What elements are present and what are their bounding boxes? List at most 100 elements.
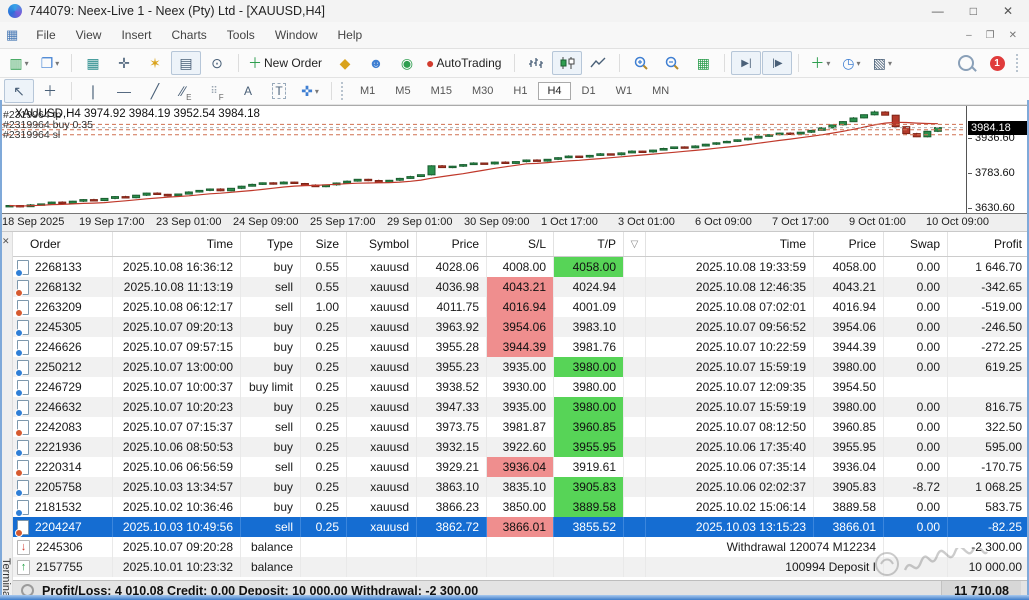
line-chart-button[interactable] <box>583 51 613 75</box>
cursor-button[interactable]: ↖ <box>4 79 34 103</box>
zoom-in-button[interactable] <box>626 51 656 75</box>
text-button[interactable]: A <box>233 79 263 103</box>
column-header-price[interactable]: Price <box>814 232 884 256</box>
tf-W1[interactable]: W1 <box>607 82 642 100</box>
table-row[interactable]: 22453052025.10.07 09:20:13buy0.25xauusd3… <box>13 317 1029 337</box>
column-header-sl[interactable]: S/L <box>487 232 554 256</box>
arrows-button[interactable]: ✜▾ <box>295 79 325 103</box>
zoom-out-button[interactable] <box>657 51 687 75</box>
column-header-order[interactable]: Order <box>13 232 113 256</box>
templates-button[interactable]: ▧▾ <box>867 51 897 75</box>
table-row[interactable]: 22203142025.10.06 06:56:59sell0.25xauusd… <box>13 457 1029 477</box>
menu-help[interactable]: Help <box>328 25 373 45</box>
column-header-type[interactable]: Type <box>241 232 301 256</box>
terminal-button[interactable]: ▤ <box>171 51 201 75</box>
bar-chart-button[interactable] <box>521 51 551 75</box>
channel-button[interactable]: ∕∕E <box>171 79 201 103</box>
new-order-button[interactable]: ＋New Order <box>245 51 329 75</box>
minimize-button[interactable]: — <box>932 4 944 18</box>
chart-plot[interactable]: #2319964 tp XAUUSD,H4 3974.92 3984.19 39… <box>0 106 966 213</box>
close-button[interactable]: ✕ <box>1003 4 1013 18</box>
column-header-swap[interactable]: Swap <box>884 232 948 256</box>
column-header-size[interactable]: Size <box>301 232 347 256</box>
child-close-button[interactable]: ✕ <box>1009 30 1017 41</box>
child-minimize-button[interactable]: – <box>966 30 972 41</box>
menu-charts[interactable]: Charts <box>161 25 216 45</box>
search-button[interactable] <box>951 51 981 75</box>
expert-advisors-icon[interactable]: ◆ <box>330 51 360 75</box>
periods-button[interactable]: ◷▾ <box>836 51 866 75</box>
tf-M1[interactable]: M1 <box>351 82 384 100</box>
tf-H4[interactable]: H4 <box>538 82 570 100</box>
column-header-price[interactable]: Price <box>417 232 487 256</box>
column-header-tp[interactable]: T/P <box>554 232 624 256</box>
menu-insert[interactable]: Insert <box>111 25 161 45</box>
fibonacci-button[interactable]: ⠿F <box>202 79 232 103</box>
table-row[interactable]: 22466322025.10.07 10:20:23buy0.25xauusd3… <box>13 397 1029 417</box>
mql-community-icon[interactable]: ☻ <box>361 51 391 75</box>
horizontal-line-button[interactable]: — <box>109 79 139 103</box>
vertical-line-button[interactable]: ❘ <box>78 79 108 103</box>
table-row[interactable]: 22681322025.10.08 11:13:19sell0.55xauusd… <box>13 277 1029 297</box>
indicators-button[interactable]: ＋▾ <box>805 51 835 75</box>
tf-H1[interactable]: H1 <box>504 82 536 100</box>
data-window-button[interactable]: ✛ <box>109 51 139 75</box>
price-axis[interactable]: 3936.603783.603630.603984.18 <box>966 106 1029 213</box>
new-chart-button[interactable]: ▥▾ <box>4 51 34 75</box>
tf-D1[interactable]: D1 <box>573 82 605 100</box>
column-header-profit[interactable]: Profit <box>948 232 1029 256</box>
menu-tools[interactable]: Tools <box>217 25 265 45</box>
toolbar-grip[interactable] <box>1016 54 1022 72</box>
table-row[interactable]: 21815322025.10.02 10:36:46buy0.25xauusd3… <box>13 497 1029 517</box>
cell-tp: 3905.83 <box>554 477 624 497</box>
time-axis[interactable]: 18 Sep 202519 Sep 17:0023 Sep 01:0024 Se… <box>0 214 1029 232</box>
child-restore-button[interactable]: ❐ <box>986 30 995 41</box>
table-row[interactable]: 22219362025.10.06 08:50:53buy0.25xauusd3… <box>13 437 1029 457</box>
table-row[interactable]: 22632092025.10.08 06:12:17sell1.00xauusd… <box>13 297 1029 317</box>
tf-MN[interactable]: MN <box>643 82 678 100</box>
autotrading-button[interactable]: ●AutoTrading <box>423 51 508 75</box>
table-row[interactable]: 22502122025.10.07 13:00:00buy0.25xauusd3… <box>13 357 1029 377</box>
table-row[interactable]: ↓22453062025.10.07 09:20:28balanceWithdr… <box>13 537 1029 557</box>
cell-sl: 3835.10 <box>487 477 554 497</box>
sort-indicator[interactable]: ▽ <box>624 232 646 256</box>
arrange-windows-button[interactable]: ▦ <box>688 51 718 75</box>
strategy-tester-button[interactable]: ⊙ <box>202 51 232 75</box>
trendline-button[interactable]: ╱ <box>140 79 170 103</box>
table-row[interactable]: 22042472025.10.03 10:49:56sell0.25xauusd… <box>13 517 1029 537</box>
table-row[interactable]: 22466262025.10.07 09:57:15buy0.25xauusd3… <box>13 337 1029 357</box>
column-header-time[interactable]: Time <box>646 232 814 256</box>
cell-sort-spacer <box>624 517 646 537</box>
table-row[interactable]: 22467292025.10.07 10:00:37buy limit0.25x… <box>13 377 1029 397</box>
candlestick-button[interactable] <box>552 51 582 75</box>
auto-scroll-button[interactable]: ▶| <box>731 51 761 75</box>
profiles-button[interactable]: ❐▾ <box>35 51 65 75</box>
text-label-button[interactable]: T <box>264 79 294 103</box>
tf-M15[interactable]: M15 <box>422 82 461 100</box>
column-header-time[interactable]: Time <box>113 232 241 256</box>
crosshair-button[interactable]: ＋ <box>35 79 65 103</box>
terminal-close-icon[interactable]: ✕ <box>2 236 10 247</box>
app-icon <box>8 4 22 18</box>
menu-file[interactable]: File <box>26 25 65 45</box>
menu-window[interactable]: Window <box>265 25 328 45</box>
chart-area[interactable]: #2319964 tp XAUUSD,H4 3974.92 3984.19 39… <box>0 105 1029 214</box>
cell-symbol: xauusd <box>347 297 417 317</box>
table-row[interactable]: ↑21577552025.10.01 10:23:32balance100994… <box>13 557 1029 577</box>
cell-swap: 0.00 <box>884 417 948 437</box>
cell-size: 0.25 <box>301 397 347 417</box>
table-row[interactable]: 22681332025.10.08 16:36:12buy0.55xauusd4… <box>13 257 1029 277</box>
navigator-button[interactable]: ✶ <box>140 51 170 75</box>
chart-shift-button[interactable]: |▶ <box>762 51 792 75</box>
tf-M5[interactable]: M5 <box>386 82 419 100</box>
maximize-button[interactable]: □ <box>970 4 977 18</box>
market-watch-button[interactable]: ▦ <box>78 51 108 75</box>
timeframe-grip[interactable] <box>341 82 347 100</box>
signals-icon[interactable]: ◉ <box>392 51 422 75</box>
notifications-button[interactable]: 1 <box>982 51 1012 75</box>
table-row[interactable]: 22420832025.10.07 07:15:37sell0.25xauusd… <box>13 417 1029 437</box>
column-header-symbol[interactable]: Symbol <box>347 232 417 256</box>
table-row[interactable]: 22057582025.10.03 13:34:57buy0.25xauusd3… <box>13 477 1029 497</box>
menu-view[interactable]: View <box>66 25 112 45</box>
tf-M30[interactable]: M30 <box>463 82 502 100</box>
